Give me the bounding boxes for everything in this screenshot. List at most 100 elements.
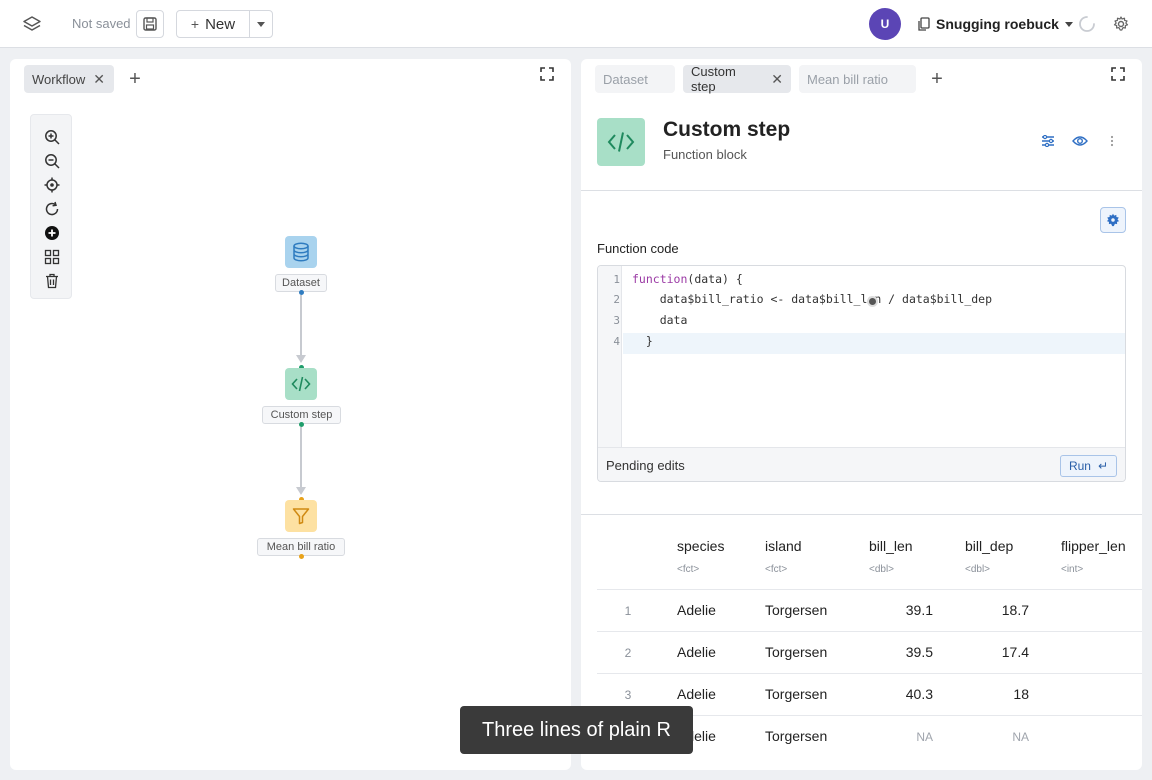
- plus-icon: +: [931, 67, 943, 90]
- tooltip: Three lines of plain R: [460, 706, 693, 754]
- tab-label: Dataset: [603, 71, 648, 87]
- block-icon: [597, 118, 645, 166]
- active-line-highlight: [623, 333, 1125, 354]
- layout-icon[interactable]: [42, 247, 62, 267]
- line-number: 2: [613, 293, 620, 306]
- code-icon: [291, 376, 311, 392]
- line-number: 3: [613, 314, 620, 327]
- project-selector[interactable]: Snugging roebuck: [918, 14, 1073, 34]
- block-title: Custom step: [663, 118, 791, 141]
- gear-icon: [1106, 213, 1120, 227]
- tab-workflow[interactable]: Workflow ✕: [24, 65, 114, 93]
- add-node-icon[interactable]: [42, 223, 62, 243]
- divider: [581, 514, 1142, 515]
- mouse-cursor: [867, 296, 878, 307]
- row-number: 2: [624, 646, 632, 660]
- table-cell: Adelie: [677, 686, 716, 702]
- fullscreen-icon[interactable]: [540, 67, 556, 83]
- avatar[interactable]: U: [869, 8, 901, 40]
- output-port[interactable]: [299, 554, 304, 559]
- code-line[interactable]: data$bill_ratio <- data$bill_len / data$…: [632, 292, 992, 306]
- edge: [300, 295, 302, 355]
- canvas-toolbar: [30, 114, 72, 299]
- table-cell: Adelie: [677, 644, 716, 660]
- settings-icon[interactable]: [1112, 15, 1130, 33]
- node-dataset[interactable]: [285, 236, 317, 268]
- arrow-head: [296, 487, 306, 495]
- new-button-label: New: [205, 15, 236, 33]
- tab-dataset[interactable]: Dataset: [595, 65, 675, 93]
- code-line[interactable]: function(data) {: [632, 272, 743, 286]
- filter-icon: [292, 508, 310, 525]
- refresh-icon[interactable]: [42, 199, 62, 219]
- block-subtitle: Function block: [663, 147, 747, 162]
- function-code-label: Function code: [597, 241, 679, 256]
- code-text: data: [632, 313, 688, 327]
- node-custom-step[interactable]: [285, 368, 317, 400]
- save-button[interactable]: [136, 10, 164, 38]
- edge: [300, 427, 302, 487]
- column-header[interactable]: flipper_len: [1061, 538, 1126, 554]
- block-panel: Dataset Custom step ✕ Mean bill ratio + …: [581, 59, 1142, 770]
- run-button[interactable]: Run ↵: [1060, 455, 1117, 477]
- tab-mean-bill-ratio[interactable]: Mean bill ratio: [799, 65, 916, 93]
- column-header[interactable]: bill_len: [869, 538, 913, 554]
- table-cell: 18.7: [1001, 602, 1029, 618]
- code-icon: [607, 132, 635, 152]
- table-cell: Torgersen: [765, 728, 828, 744]
- pending-edits-label: Pending edits: [606, 458, 685, 473]
- add-tab-button[interactable]: +: [925, 67, 949, 91]
- code-editor[interactable]: 1 2 3 4 function(data) { data$bill_ratio…: [597, 265, 1126, 482]
- table-cell: Torgersen: [765, 602, 828, 618]
- eye-icon[interactable]: [1071, 132, 1089, 150]
- table-cell: 40.3: [905, 686, 933, 702]
- document-icon: [918, 17, 930, 31]
- code-line[interactable]: data: [632, 313, 688, 327]
- column-type: <fct>: [765, 564, 788, 575]
- column-type: <int>: [1061, 564, 1084, 575]
- tab-label: Mean bill ratio: [807, 71, 888, 87]
- table-cell: 39.5: [905, 644, 933, 660]
- zoom-out-icon[interactable]: [42, 151, 62, 171]
- zoom-in-icon[interactable]: [42, 127, 62, 147]
- fullscreen-icon[interactable]: [1111, 67, 1127, 83]
- column-header[interactable]: bill_dep: [965, 538, 1013, 554]
- row-number: 1: [624, 604, 632, 618]
- plus-icon: +: [129, 67, 141, 90]
- close-icon[interactable]: ✕: [771, 71, 783, 88]
- block-settings-button[interactable]: [1100, 207, 1126, 233]
- close-icon[interactable]: ✕: [93, 71, 105, 88]
- keyword: function: [632, 272, 688, 286]
- tab-label: Custom step: [691, 64, 736, 94]
- code-text: }: [632, 334, 653, 348]
- database-icon: [293, 242, 309, 262]
- enter-key-icon: ↵: [1097, 459, 1109, 473]
- caret-down-icon: [1064, 21, 1073, 27]
- sliders-icon[interactable]: [1039, 132, 1057, 150]
- recenter-icon[interactable]: [42, 175, 62, 195]
- arrow-head: [296, 355, 306, 363]
- loading-spinner-icon: [1078, 15, 1096, 33]
- trash-icon[interactable]: [42, 271, 62, 291]
- add-tab-button[interactable]: +: [123, 67, 147, 91]
- table-cell: Adelie: [677, 602, 716, 618]
- layers-icon[interactable]: [21, 14, 43, 34]
- column-header[interactable]: island: [765, 538, 802, 554]
- divider: [581, 190, 1142, 191]
- line-number: 4: [613, 335, 620, 348]
- caret-down-icon: [257, 21, 265, 27]
- new-dropdown-button[interactable]: [249, 10, 273, 38]
- new-button[interactable]: + New: [176, 10, 250, 38]
- more-vertical-icon[interactable]: [1103, 132, 1121, 150]
- save-icon: [143, 17, 157, 31]
- table-cell: 17.4: [1001, 644, 1029, 660]
- top-bar: Not saved + New U Snugging roebuck: [0, 0, 1152, 48]
- table-divider: [597, 631, 1142, 632]
- save-status: Not saved: [72, 16, 131, 31]
- code-line[interactable]: }: [632, 334, 653, 348]
- node-mean-bill-ratio[interactable]: [285, 500, 317, 532]
- tab-custom-step[interactable]: Custom step ✕: [683, 64, 791, 94]
- editor-footer: Pending edits Run ↵: [598, 447, 1125, 481]
- column-type: <dbl>: [965, 564, 991, 575]
- column-header[interactable]: species: [677, 538, 724, 554]
